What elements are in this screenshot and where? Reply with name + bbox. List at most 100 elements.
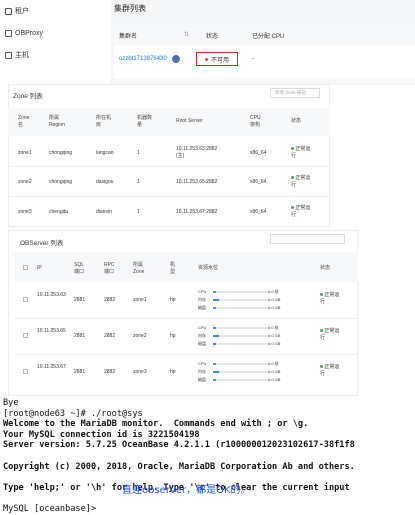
ok-dot-icon: [291, 176, 294, 179]
error-dot-icon: [204, 57, 208, 61]
observer-rpc-port: 2882: [104, 297, 116, 303]
tenant-icon: [5, 7, 12, 15]
resource-value: 0.0 GB: [268, 369, 281, 374]
ok-dot-icon: [320, 329, 323, 332]
header-cluster-name: 集群名: [119, 34, 138, 40]
cluster-table: 集群名 ⇅ 状态 已分配 CPU ozzbt1713876430 -: [114, 24, 415, 79]
resource-bar-fill: [213, 363, 216, 365]
cluster-name-link[interactable]: ozzbt1713876430: [119, 56, 167, 62]
header-ip: IP: [37, 265, 42, 271]
observer-search-input[interactable]: [270, 234, 345, 244]
resource-bar: [213, 299, 268, 301]
cluster-cpu-value: -: [252, 56, 254, 62]
row-divider: [8, 196, 330, 197]
status-badge: 正常运行: [291, 205, 311, 218]
terminal-line: Copyright (c) 2000, 2018, Oracle, MariaD…: [3, 461, 355, 472]
cluster-list-title: 集群列表: [114, 4, 146, 13]
zone-region: chengdu: [49, 209, 69, 215]
zone-region: chongqing: [49, 150, 73, 156]
resource-label: CPU: [198, 361, 207, 366]
resource-label: CPU: [198, 325, 207, 330]
header-rpc-port: RPC 端口: [104, 262, 115, 275]
zone-name: zone1: [18, 150, 32, 156]
resource-value: 0.0 核: [268, 325, 279, 330]
row-checkbox[interactable]: [23, 297, 28, 302]
ok-dot-icon: [320, 365, 323, 368]
row-divider: [14, 354, 358, 355]
filter-icon[interactable]: ⇅: [184, 31, 189, 38]
observer-list-title: OBServer 列表: [20, 240, 64, 247]
resource-bar: [213, 371, 268, 373]
resource-bar: [213, 379, 268, 381]
host-icon: [5, 51, 12, 59]
observer-sql-port: 2881: [74, 297, 86, 303]
cluster-tag-icon: [172, 55, 180, 63]
zone-arch: x86_64: [250, 179, 267, 185]
zone-name: zone2: [18, 179, 32, 185]
status-badge: 正常运行: [320, 328, 340, 341]
table-row[interactable]: ozzbt1713876430 -: [114, 45, 415, 79]
header-idc: 所在机房: [96, 115, 112, 128]
observer-ip-link[interactable]: 10.11.253.65: [37, 328, 66, 335]
status-badge-unavailable: 不可用: [196, 52, 238, 66]
resource-bar: [213, 291, 268, 293]
zone-region: chongqing: [49, 179, 73, 185]
row-divider: [8, 166, 330, 167]
resource-label: 磁盘: [198, 341, 206, 346]
ok-dot-icon: [291, 206, 294, 209]
row-checkbox[interactable]: [23, 333, 28, 338]
terminal-line: Bye: [3, 398, 19, 408]
observer-table-header: [14, 252, 358, 282]
header-sql-port: SQL 端口: [74, 262, 85, 275]
resource-label: 内存: [198, 333, 206, 338]
resource-label: 磁盘: [198, 377, 206, 382]
observer-sql-port: 2881: [74, 333, 86, 339]
sidebar-item-host[interactable]: 主机: [0, 49, 100, 61]
resource-label: 磁盘: [198, 305, 206, 310]
header-machine-count: 机器数量: [137, 115, 153, 128]
sidebar-item-label: 主机: [15, 52, 29, 59]
zone-root-note: (主): [176, 153, 185, 159]
zone-name: zone3: [18, 209, 32, 215]
sidebar-item-obproxy[interactable]: OBProxy: [0, 27, 100, 39]
observer-ip-link[interactable]: 10.11.253.67: [37, 364, 66, 371]
resource-value: 0.0 核: [268, 289, 279, 294]
terminal-line: Your MySQL connection id is 3221504198: [3, 429, 200, 440]
add-zone-button[interactable]: 新增 Zone 按钮: [270, 88, 320, 98]
terminal-line: [root@node63 ~]# ./root@sys: [3, 408, 143, 419]
terminal-prompt[interactable]: MySQL [oceanbase]>: [3, 504, 415, 515]
resource-value: 0.0 GB: [268, 297, 281, 302]
zone-root-server: 10.11.253.65:2882: [176, 179, 218, 185]
row-checkbox[interactable]: [23, 369, 28, 374]
select-all-checkbox[interactable]: [23, 265, 28, 270]
resource-bar-fill: [213, 327, 216, 329]
header-zone: 所属 Zone: [133, 262, 145, 275]
zone-count: 1: [137, 150, 140, 156]
resource-bar-fill: [213, 291, 216, 293]
zone-idc: daxigou: [96, 179, 114, 185]
observer-rpc-port: 2882: [104, 369, 116, 375]
zone-count: 1: [137, 179, 140, 185]
observer-ip-link[interactable]: 10.11.253.63: [37, 292, 66, 299]
resource-bar: [213, 343, 268, 345]
zone-list-title: Zone 列表: [13, 93, 43, 100]
resource-bar: [213, 335, 268, 337]
sidebar-item-tenant[interactable]: 租户: [0, 5, 100, 17]
resource-value: 0.0 GB: [268, 377, 281, 382]
status-badge: 正常运行: [320, 292, 340, 305]
sidebar-item-label: OBProxy: [15, 29, 44, 37]
status-badge: 正常运行: [291, 175, 311, 188]
row-divider: [14, 318, 358, 319]
resource-bar-fill: [213, 299, 219, 301]
resource-bar-fill: [213, 379, 216, 381]
resource-value: 0.0 GB: [268, 333, 281, 338]
sidebar-item-label: 租户: [15, 8, 29, 15]
header-zone-name: Zone 名: [18, 115, 30, 128]
resource-value: 0.0 GB: [268, 341, 281, 346]
cluster-table-header: 集群名 ⇅ 状态 已分配 CPU: [114, 24, 415, 45]
resource-bar-fill: [213, 343, 216, 345]
observer-type: hp: [170, 297, 176, 303]
proxy-icon: [5, 29, 12, 37]
resource-label: 内存: [198, 297, 206, 302]
